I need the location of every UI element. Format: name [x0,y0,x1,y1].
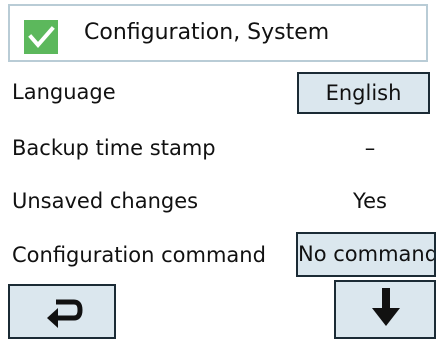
page-header: Configuration, System [8,4,428,62]
configuration-command-label: Configuration command [12,243,266,267]
language-select-button[interactable]: English [297,72,430,114]
return-arrow-icon [47,299,83,328]
backup-time-stamp-label: Backup time stamp [12,136,216,160]
unsaved-changes-value: Yes [353,189,387,213]
unsaved-changes-label: Unsaved changes [12,189,199,213]
back-button[interactable] [8,284,116,339]
configuration-command-button[interactable]: No command [296,232,436,277]
scroll-down-button[interactable] [334,280,436,339]
down-arrow-icon [372,288,400,326]
checkmark-icon [24,20,58,54]
page-title: Configuration, System [84,20,330,45]
language-label: Language [12,80,116,104]
backup-time-stamp-value: – [364,136,376,160]
